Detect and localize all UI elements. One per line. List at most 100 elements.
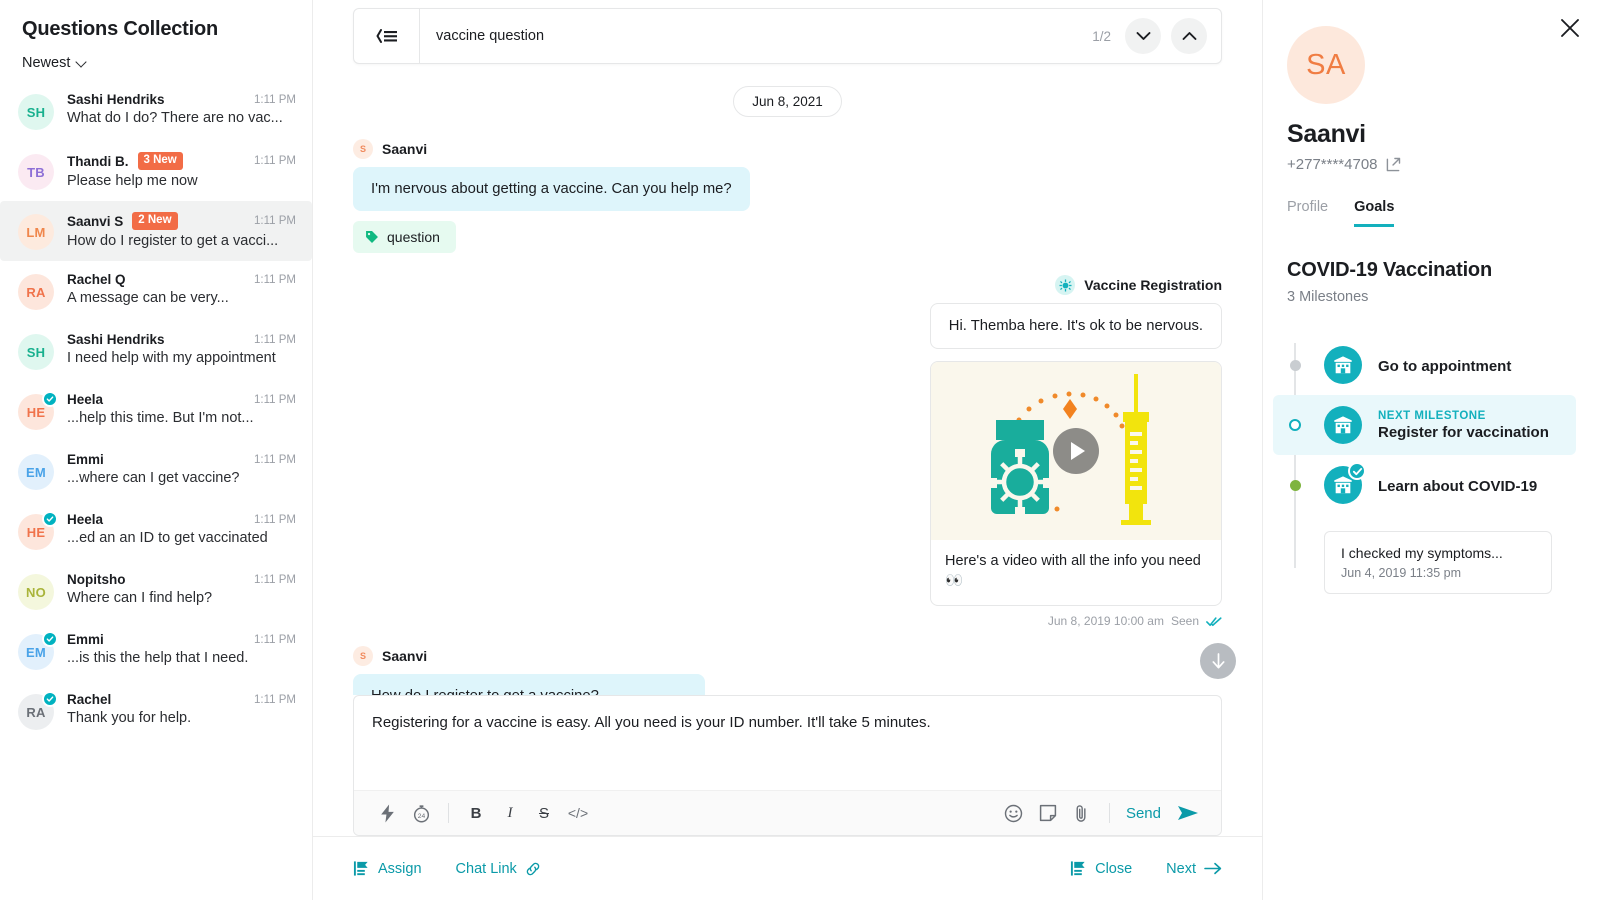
conversation-time: 1:11 PM bbox=[254, 453, 296, 466]
conversation-name: Sashi Hendriks bbox=[67, 92, 165, 107]
milestone-text: Go to appointment bbox=[1378, 356, 1511, 375]
message-bubble: How do I register to get a vaccine? bbox=[353, 674, 705, 695]
tab-profile[interactable]: Profile bbox=[1287, 199, 1328, 227]
milestone-label: Register for vaccination bbox=[1378, 423, 1549, 441]
conversation-preview: ...where can I get vaccine? bbox=[67, 470, 240, 486]
conversation-header: Rachel 1:11 PM bbox=[67, 692, 296, 707]
close-panel-button[interactable] bbox=[1560, 18, 1580, 43]
search-next-button[interactable] bbox=[1125, 18, 1161, 54]
message-outgoing: Vaccine Registration Hi. Themba here. It… bbox=[353, 275, 1222, 628]
tab-goals[interactable]: Goals bbox=[1354, 199, 1395, 227]
milestone-kicker: NEXT MILESTONE bbox=[1378, 409, 1486, 422]
conversation-item[interactable]: SH Sashi Hendriks 1:11 PM I need help with … bbox=[0, 321, 312, 381]
sort-label: Newest bbox=[22, 55, 71, 71]
conversation-preview: How do I register to get a vacci... bbox=[67, 233, 279, 249]
conversation-header: Thandi B. 3 New 1:11 PM bbox=[67, 152, 296, 170]
message-composer[interactable]: Registering for a vaccine is easy. All y… bbox=[353, 695, 1222, 836]
symptom-timestamp: Jun 4, 2019 11:35 pm bbox=[1341, 566, 1461, 580]
chat-link-button[interactable]: Chat Link bbox=[456, 861, 541, 877]
italic-button[interactable]: I bbox=[493, 796, 527, 830]
message-tag-label: question bbox=[387, 229, 440, 245]
conversations-sidebar: Questions Collection Newest SH Sashi Hend… bbox=[0, 0, 313, 900]
conversation-item[interactable]: LM Saanvi S 2 New 1:11 PM How do I register … bbox=[0, 201, 312, 261]
milestone-icon-wrap bbox=[1324, 406, 1362, 444]
conversation-body: Saanvi S 2 New 1:11 PM How do I register to… bbox=[67, 212, 296, 249]
send-arrow-icon[interactable] bbox=[1171, 796, 1205, 830]
conversation-list[interactable]: SH Sashi Hendriks 1:11 PM What do I do? The… bbox=[0, 81, 312, 900]
conversation-item[interactable]: RA Rachel Q 1:11 PM A message can be very..… bbox=[0, 261, 312, 321]
chat-action-bar: Assign Chat Link Close Next bbox=[313, 836, 1262, 900]
assign-button[interactable]: Assign bbox=[353, 860, 422, 877]
conversation-name: Emmi bbox=[67, 632, 104, 647]
avatar-wrap: HE bbox=[18, 511, 58, 550]
conversation-preview: What do I do? There are no vac... bbox=[67, 110, 283, 126]
message-author: Vaccine Registration bbox=[1084, 277, 1222, 293]
attachment-icon[interactable] bbox=[1065, 796, 1099, 830]
note-icon[interactable] bbox=[1031, 796, 1065, 830]
message-author: Saanvi bbox=[382, 141, 428, 157]
conversation-header: Emmi 1:11 PM bbox=[67, 452, 296, 467]
conversation-item[interactable]: RA Rachel 1:11 PM Thank you for help. bbox=[0, 681, 312, 741]
conversation-time: 1:11 PM bbox=[254, 93, 296, 106]
milestone-icon-wrap bbox=[1324, 346, 1362, 384]
milestone-item[interactable]: NEXT MILESTONE Register for vaccination bbox=[1273, 395, 1576, 455]
symptom-card[interactable]: I checked my symptoms... Jun 4, 2019 11:… bbox=[1324, 531, 1552, 594]
milestone-item[interactable]: Learn about COVID-19 bbox=[1287, 455, 1576, 515]
message-timestamp: Jun 8, 2019 10:00 am bbox=[1047, 614, 1164, 629]
emoji-icon[interactable] bbox=[997, 796, 1031, 830]
video-attachment-card[interactable]: Here's a video with all the info you nee… bbox=[930, 361, 1222, 607]
bold-button[interactable]: B bbox=[459, 796, 493, 830]
collapse-menu-icon[interactable] bbox=[354, 9, 420, 63]
timer-24h-icon[interactable]: 24 bbox=[404, 796, 438, 830]
svg-text:24: 24 bbox=[417, 812, 425, 819]
play-button[interactable] bbox=[1053, 428, 1099, 474]
unread-badge: 3 New bbox=[137, 152, 183, 170]
assign-label: Assign bbox=[378, 860, 422, 877]
strikethrough-button[interactable]: S bbox=[527, 796, 561, 830]
search-input[interactable]: vaccine question bbox=[420, 28, 1092, 44]
conversation-item[interactable]: HE Heela 1:11 PM ...help this time. But I'… bbox=[0, 381, 312, 441]
conversation-preview: ...is this the help that I need. bbox=[67, 650, 249, 666]
contact-panel: SA Saanvi +277****4708 Profile Goals COVI… bbox=[1263, 0, 1600, 900]
composer-toolbar-right: Send bbox=[997, 796, 1205, 830]
conversation-item[interactable]: NO Nopitsho 1:11 PM Where can I find help? bbox=[0, 561, 312, 621]
conversation-body: Rachel Q 1:11 PM A message can be very... bbox=[67, 272, 296, 306]
milestone-item[interactable]: Go to appointment bbox=[1287, 335, 1576, 395]
conversation-body: Heela 1:11 PM ...ed an an ID to get vaccin… bbox=[67, 512, 296, 546]
conversation-time: 1:11 PM bbox=[254, 693, 296, 706]
contact-panel-body: SA Saanvi +277****4708 Profile Goals COVI… bbox=[1263, 0, 1600, 594]
goal-title: COVID-19 Vaccination bbox=[1287, 259, 1492, 281]
conversation-preview: A message can be very... bbox=[67, 290, 229, 306]
conversation-item[interactable]: EM Emmi 1:11 PM ...where can I get vaccine? bbox=[0, 441, 312, 501]
message-author-row: S Saanvi bbox=[353, 139, 1222, 159]
conversation-time: 1:11 PM bbox=[254, 273, 296, 286]
close-button[interactable]: Close bbox=[1070, 860, 1132, 877]
video-thumbnail[interactable] bbox=[931, 362, 1221, 540]
scroll-to-bottom-button[interactable] bbox=[1200, 643, 1236, 679]
conversation-item[interactable]: TB Thandi B. 3 New 1:11 PM Please help me no… bbox=[0, 141, 312, 201]
avatar-wrap: RA bbox=[18, 274, 54, 310]
search-prev-button[interactable] bbox=[1171, 18, 1207, 54]
conversation-time: 1:11 PM bbox=[254, 215, 296, 227]
message-tag[interactable]: question bbox=[353, 221, 456, 253]
conversation-item[interactable]: HE Heela 1:11 PM ...ed an an ID to get vacc… bbox=[0, 501, 312, 561]
milestone-timeline: Go to appointment NEXT MILESTONE Register … bbox=[1273, 335, 1576, 594]
search-bar[interactable]: vaccine question 1/2 bbox=[353, 8, 1222, 64]
contact-panel-tabs[interactable]: Profile Goals bbox=[1287, 199, 1576, 227]
message-seen-label: Seen bbox=[1170, 614, 1199, 629]
conversation-item[interactable]: EM Emmi 1:11 PM ...is this the help that I … bbox=[0, 621, 312, 681]
code-button[interactable]: </> bbox=[561, 796, 595, 830]
avatar-wrap: SH bbox=[18, 334, 54, 370]
conversation-item[interactable]: SH Sashi Hendriks 1:11 PM What do I do? The… bbox=[0, 81, 312, 141]
conversation-preview: I need help with my appointment bbox=[67, 350, 276, 366]
next-button[interactable]: Next bbox=[1166, 861, 1222, 877]
avatar: EM bbox=[18, 454, 54, 490]
sort-dropdown[interactable]: Newest bbox=[0, 41, 109, 81]
quick-reply-icon[interactable] bbox=[370, 796, 404, 830]
send-button[interactable]: Send bbox=[1120, 805, 1171, 822]
clinic-building-icon bbox=[1324, 406, 1362, 444]
avatar: LM bbox=[18, 214, 54, 250]
avatar-wrap: EM bbox=[18, 454, 54, 490]
message-input[interactable]: Registering for a vaccine is easy. All y… bbox=[354, 696, 1221, 790]
toolbar-divider bbox=[1108, 803, 1110, 823]
